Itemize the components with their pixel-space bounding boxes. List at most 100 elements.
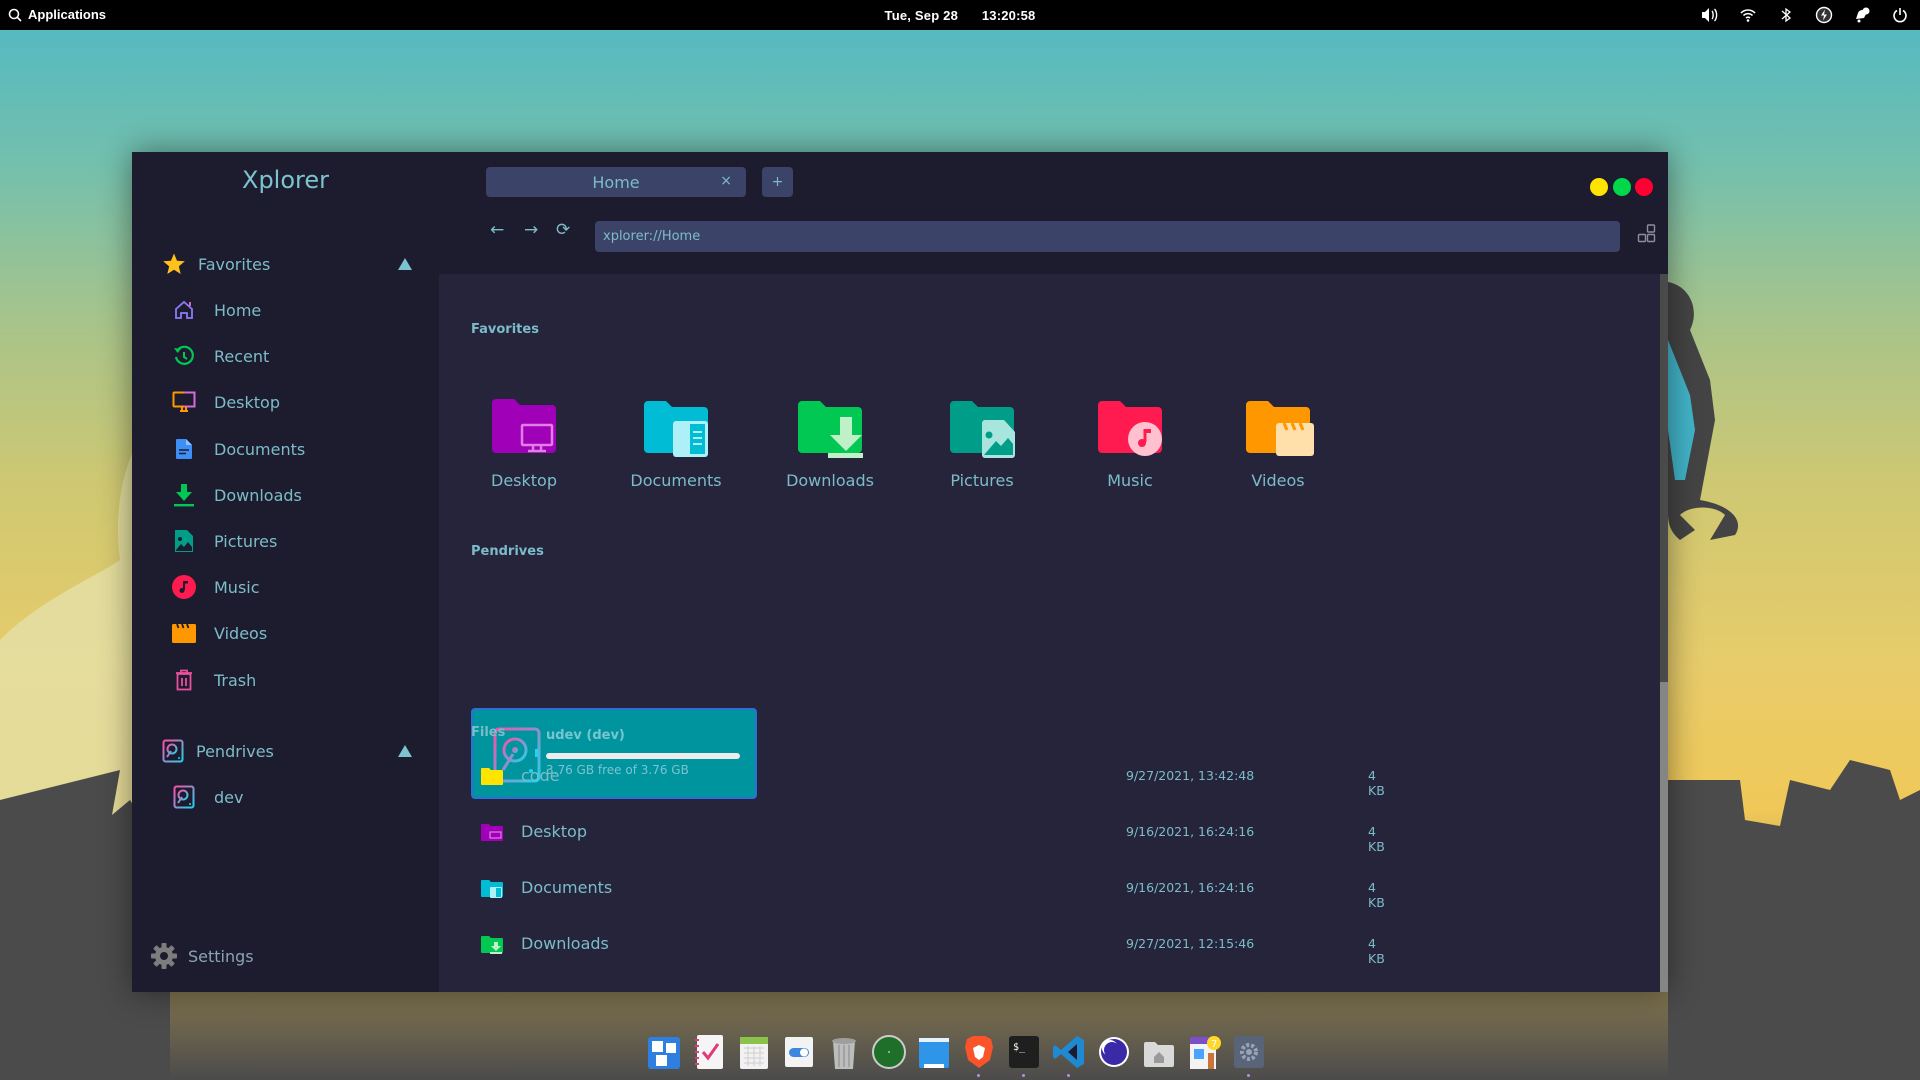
- videos-folder-icon: [1246, 401, 1314, 456]
- sidebar-item-label: Home: [214, 300, 262, 320]
- gear-icon: [151, 943, 177, 969]
- favorite-label: Desktop: [491, 471, 557, 490]
- file-name: Desktop: [521, 822, 587, 841]
- sidebar-item-home[interactable]: Home: [172, 293, 412, 327]
- favorite-label: Pictures: [950, 471, 1014, 490]
- sidebar-item-label: Videos: [214, 623, 268, 643]
- sidebar-item-label: Music: [214, 577, 260, 597]
- documents-icon: [172, 437, 196, 461]
- multitasking-view-icon[interactable]: [646, 1033, 682, 1071]
- documents-folder-icon: [481, 880, 503, 898]
- sidebar-item-label: Documents: [214, 439, 306, 459]
- forward-button[interactable]: →: [524, 220, 538, 240]
- dock: $_ 7: [646, 1033, 1267, 1079]
- sidebar-item-music[interactable]: Music: [172, 570, 412, 604]
- notifications-icon[interactable]: [1852, 5, 1872, 25]
- home-folder-icon[interactable]: [1141, 1033, 1177, 1071]
- close-window-button[interactable]: [1635, 178, 1653, 196]
- file-modified: 9/27/2021, 12:15:46: [1126, 936, 1255, 951]
- pictures-folder-icon: [950, 401, 1015, 458]
- date-text: Tue, Sep 28: [884, 8, 959, 23]
- back-button[interactable]: ←: [490, 220, 504, 240]
- wifi-icon[interactable]: [1738, 5, 1758, 25]
- sidebar-item-videos[interactable]: Videos: [172, 616, 412, 650]
- calendar-icon[interactable]: [736, 1033, 772, 1071]
- desktop-folder-icon: [492, 399, 556, 453]
- scrollbar-thumb[interactable]: [1660, 682, 1668, 992]
- switchboard-toggle-icon[interactable]: [781, 1033, 817, 1071]
- star-icon: [163, 253, 185, 274]
- maximize-button[interactable]: [1613, 178, 1631, 196]
- favorite-desktop[interactable]: Desktop: [464, 389, 584, 490]
- sidebar: Xplorer Favorites Home Recent Desktop Do…: [132, 152, 439, 992]
- layout-toggle-icon[interactable]: [1637, 224, 1657, 244]
- tab-label: Home: [592, 173, 640, 192]
- file-row[interactable]: code 9/27/2021, 13:42:48 4 KB: [471, 758, 1385, 798]
- address-bar[interactable]: [595, 221, 1620, 252]
- power-profile-icon[interactable]: [1814, 5, 1834, 25]
- favorite-documents[interactable]: Documents: [616, 389, 736, 490]
- file-row[interactable]: Downloads 9/27/2021, 12:15:46 4 KB: [471, 926, 1385, 966]
- bluetooth-icon[interactable]: [1776, 5, 1796, 25]
- file-modified: 9/16/2021, 16:24:16: [1126, 880, 1255, 895]
- sidebar-item-recent[interactable]: Recent: [172, 339, 412, 373]
- file-modified: 9/27/2021, 13:42:48: [1126, 768, 1255, 783]
- scrollbar[interactable]: [1660, 274, 1668, 992]
- files-title: Files: [471, 725, 506, 740]
- sidebar-item-trash[interactable]: Trash: [172, 663, 412, 697]
- file-size: 4 KB: [1368, 768, 1385, 798]
- settings-button[interactable]: Settings: [150, 942, 254, 970]
- files-window-icon[interactable]: [916, 1033, 952, 1071]
- favorites-title: Favorites: [471, 322, 539, 337]
- sidebar-item-dev[interactable]: dev: [172, 780, 412, 814]
- home-icon: [172, 298, 196, 322]
- favorite-label: Music: [1107, 471, 1153, 490]
- favorite-videos[interactable]: Videos: [1218, 389, 1338, 490]
- favorite-music[interactable]: Music: [1070, 389, 1190, 490]
- close-tab-icon[interactable]: ×: [720, 173, 732, 189]
- favorite-pictures[interactable]: Pictures: [922, 389, 1042, 490]
- drive-icon: [162, 739, 184, 763]
- system-settings-icon[interactable]: [1231, 1033, 1267, 1077]
- vscode-icon[interactable]: [1051, 1033, 1087, 1077]
- minimize-button[interactable]: [1590, 178, 1608, 196]
- file-row[interactable]: Documents 9/16/2021, 16:24:16 4 KB: [471, 870, 1385, 910]
- sidebar-item-label: Recent: [214, 346, 270, 366]
- file-size: 4 KB: [1368, 824, 1385, 854]
- sidebar-item-documents[interactable]: Documents: [172, 432, 412, 466]
- music-icon: [172, 575, 196, 599]
- eclipse-icon[interactable]: [1096, 1033, 1132, 1071]
- radar-icon[interactable]: [871, 1033, 907, 1071]
- terminal-icon[interactable]: $_: [1006, 1033, 1042, 1077]
- favorite-label: Videos: [1251, 471, 1305, 490]
- sidebar-section-favorites[interactable]: Favorites: [162, 249, 412, 279]
- new-tab-button[interactable]: +: [762, 167, 793, 197]
- drive-name: udev (dev): [546, 728, 625, 743]
- datetime-indicator[interactable]: Tue, Sep 28 13:20:58: [0, 8, 1920, 23]
- favorite-downloads[interactable]: Downloads: [770, 389, 890, 490]
- power-icon[interactable]: [1890, 5, 1910, 25]
- tasks-icon[interactable]: [691, 1033, 727, 1071]
- file-name: code: [521, 766, 560, 785]
- sidebar-item-desktop[interactable]: Desktop: [172, 385, 412, 419]
- collapse-triangle-icon[interactable]: [398, 745, 412, 757]
- xplorer-window: Xplorer Favorites Home Recent Desktop Do…: [132, 152, 1668, 992]
- folder-icon: [481, 768, 503, 785]
- sidebar-item-downloads[interactable]: Downloads: [172, 478, 412, 512]
- reload-button[interactable]: ⟳: [556, 220, 570, 240]
- trash-icon[interactable]: [826, 1033, 862, 1071]
- sidebar-section-pendrives[interactable]: Pendrives: [162, 736, 412, 766]
- file-size: 4 KB: [1368, 880, 1385, 910]
- collapse-triangle-icon[interactable]: [398, 258, 412, 270]
- brave-browser-icon[interactable]: [961, 1033, 997, 1077]
- tab-home[interactable]: Home ×: [486, 167, 746, 197]
- app-title: Xplorer: [242, 166, 329, 194]
- file-row[interactable]: Desktop 9/16/2021, 16:24:16 4 KB: [471, 814, 1385, 854]
- favorites-section-label: Favorites: [198, 254, 271, 274]
- drive-icon: [172, 785, 196, 809]
- sidebar-item-label: Pictures: [214, 531, 278, 551]
- volume-icon[interactable]: [1700, 5, 1720, 25]
- sidebar-item-pictures[interactable]: Pictures: [172, 524, 412, 558]
- trash-icon: [172, 668, 196, 692]
- appcenter-icon[interactable]: 7: [1186, 1033, 1222, 1071]
